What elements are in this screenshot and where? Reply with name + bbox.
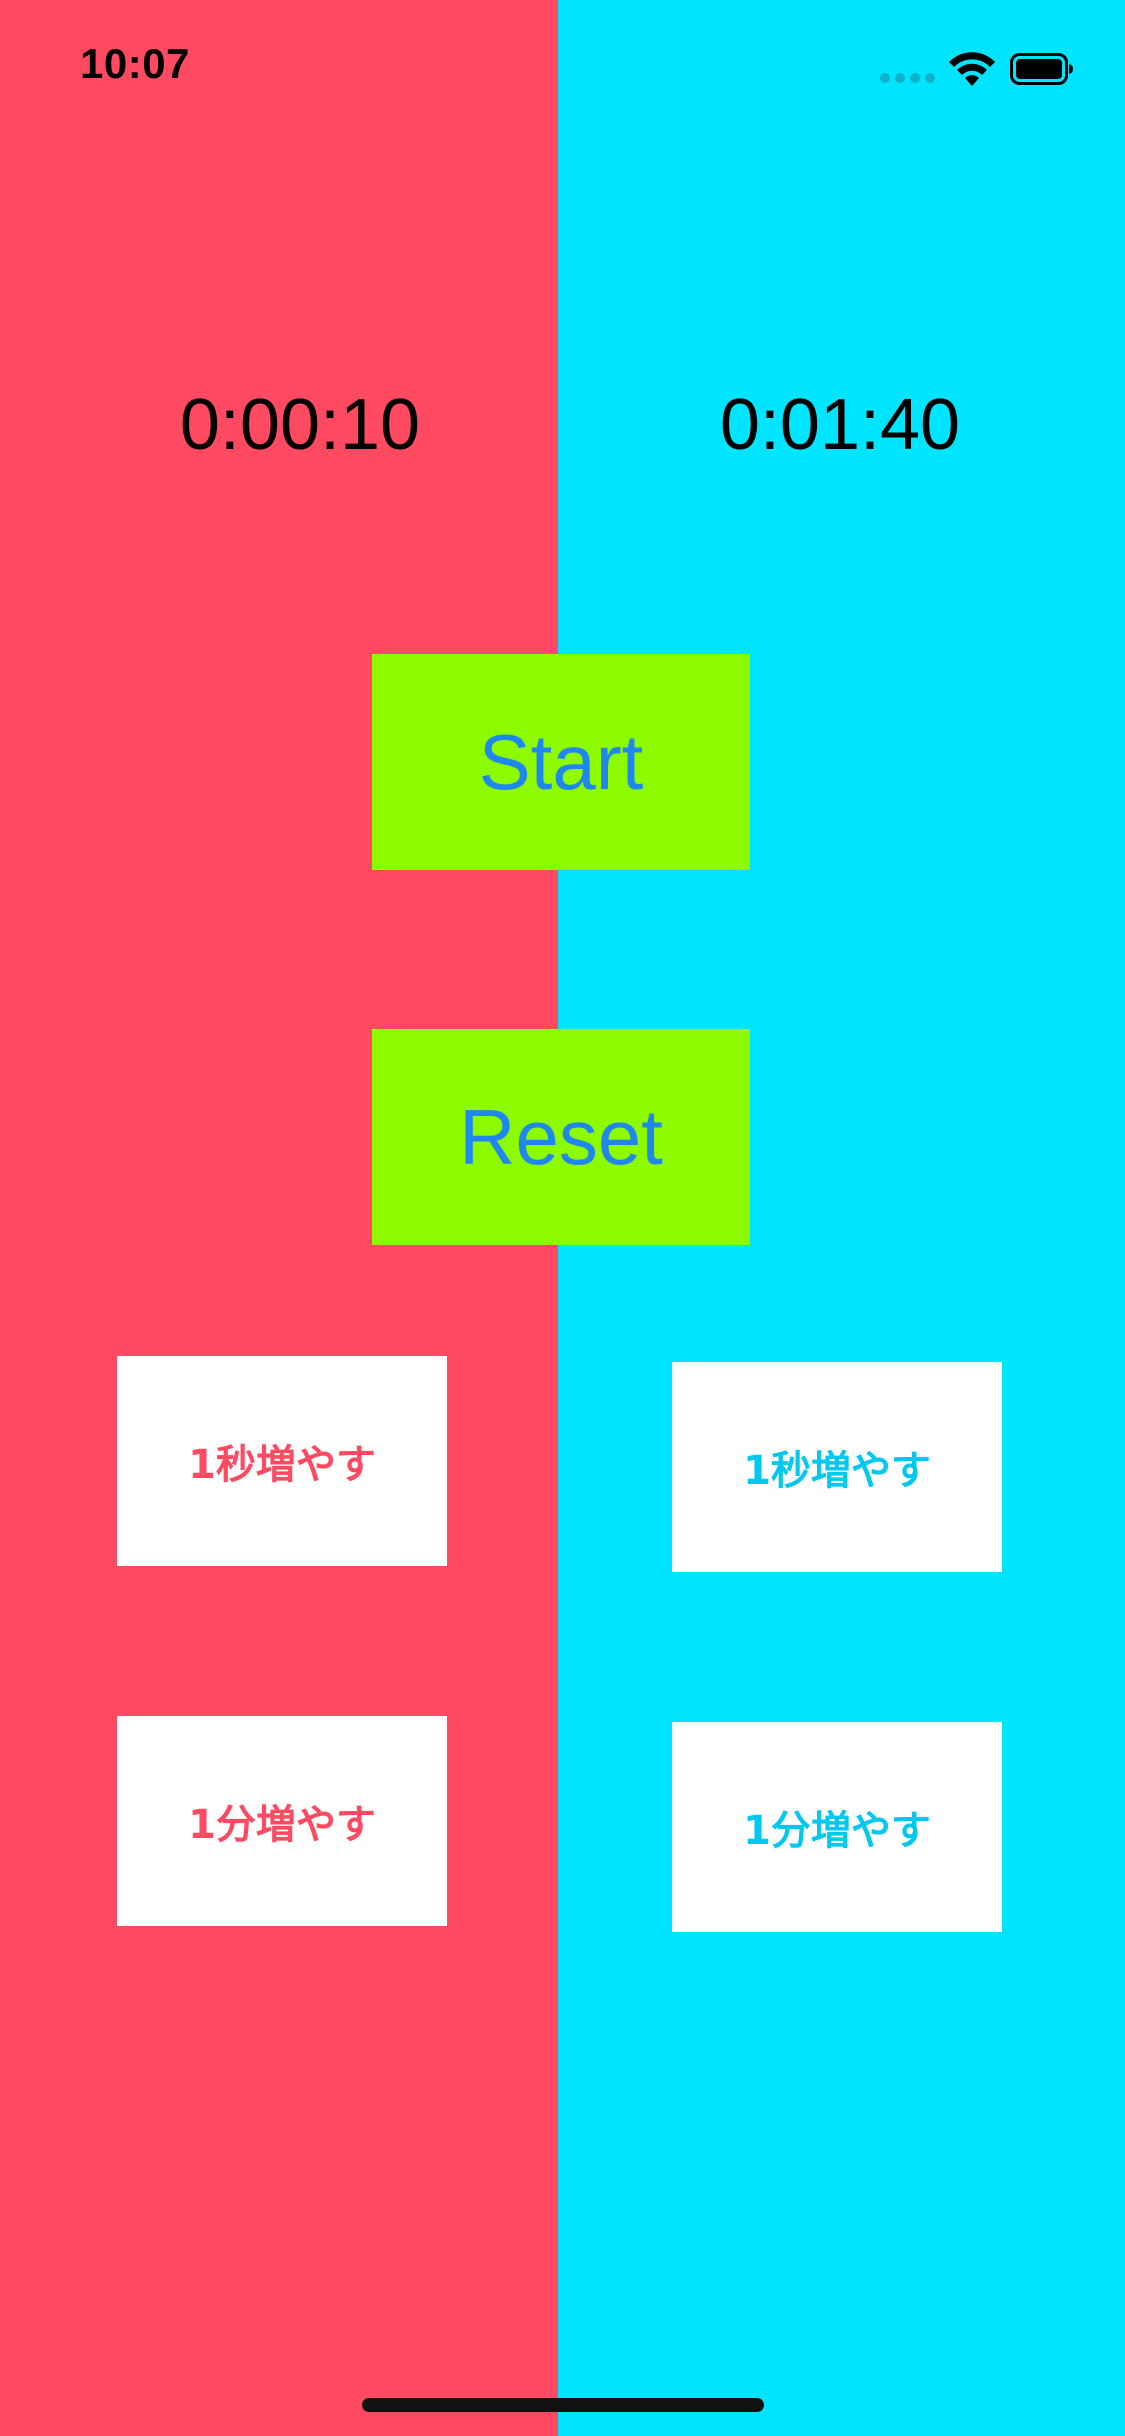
right-add-second-button[interactable]: 1秒増やす [672,1362,1002,1572]
right-add-minute-button[interactable]: 1分増やす [672,1722,1002,1932]
left-timer-display: 0:00:10 [179,385,421,465]
left-add-minute-button[interactable]: 1分増やす [117,1716,447,1926]
battery-icon [1010,53,1073,85]
left-add-second-button[interactable]: 1秒増やす [117,1356,447,1566]
reset-button[interactable]: Reset [372,1029,750,1245]
wifi-icon [949,52,995,86]
start-button[interactable]: Start [372,654,750,870]
home-indicator[interactable] [362,2398,764,2412]
cellular-signal-icon [880,73,936,85]
status-bar-time: 10:07 [80,40,190,87]
right-timer-display: 0:01:40 [719,385,961,465]
